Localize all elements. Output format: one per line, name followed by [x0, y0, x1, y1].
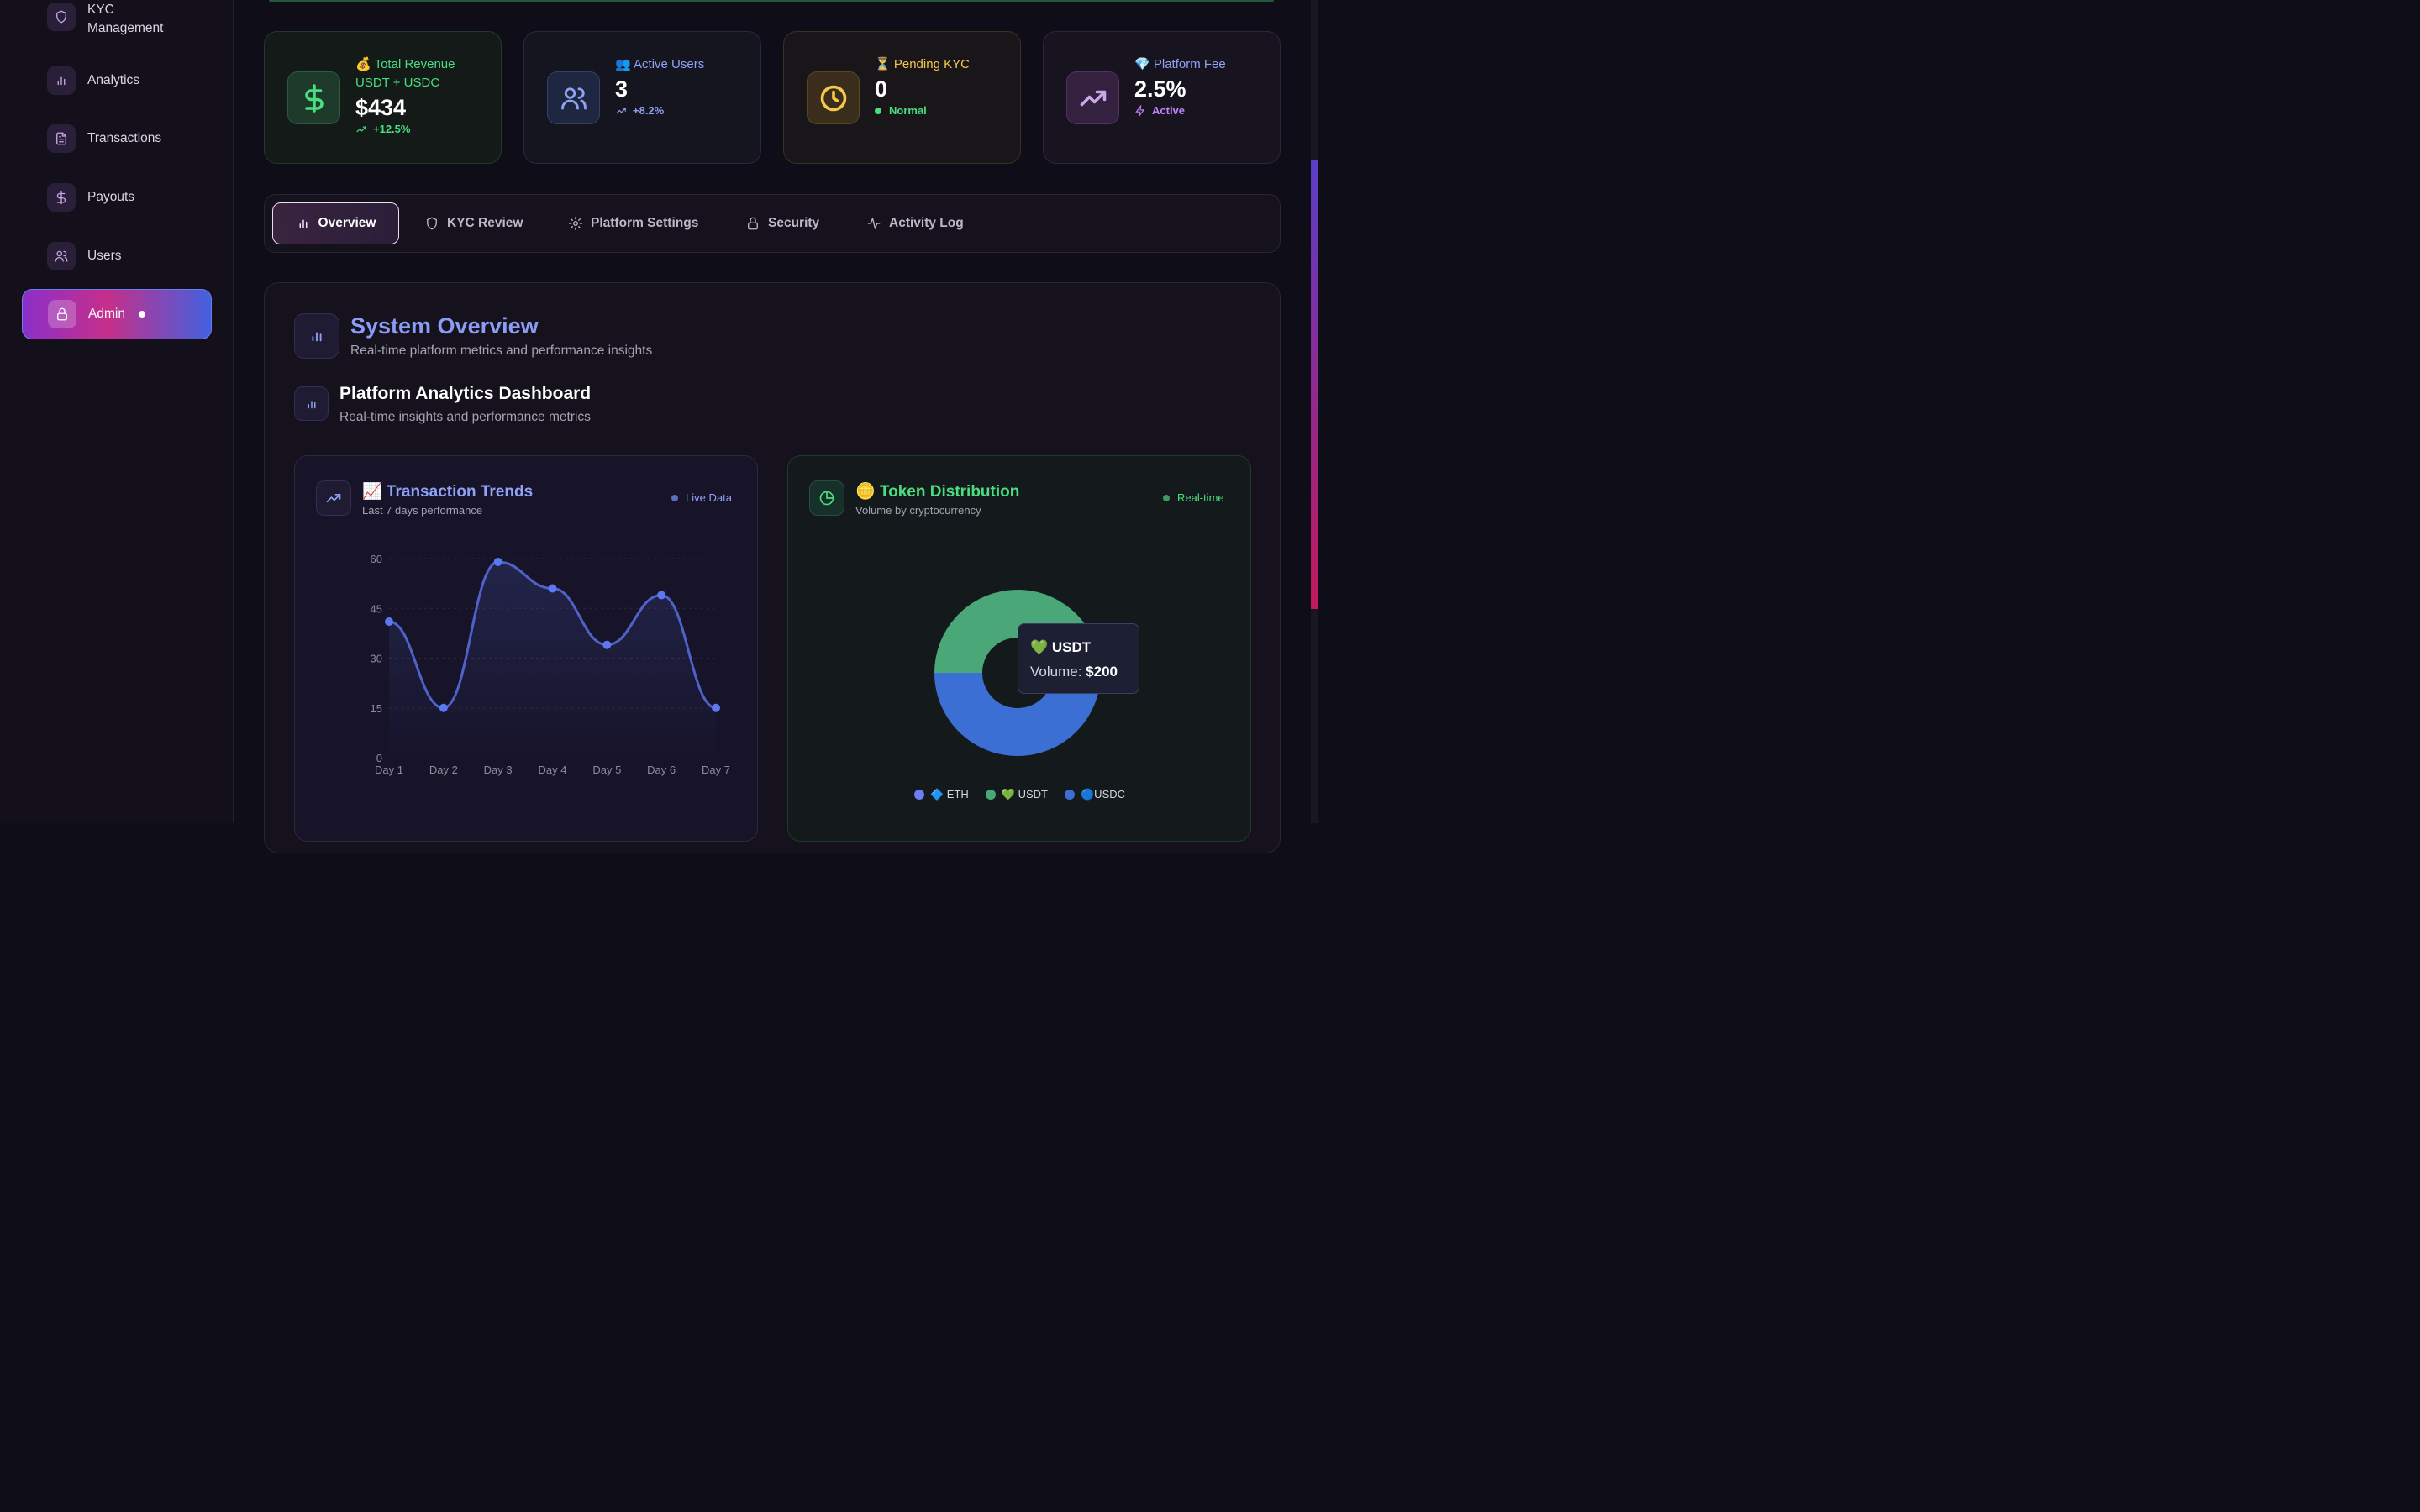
status-dot [1163, 494, 1170, 501]
tooltip-value: $200 [1086, 664, 1118, 680]
data-point[interactable] [439, 703, 448, 712]
legend-item-usdc[interactable]: 🔵USDC [1065, 788, 1125, 801]
chart-title: 🪙 Token Distribution [855, 483, 1020, 501]
data-point[interactable] [712, 703, 720, 712]
data-point[interactable] [602, 640, 612, 649]
legend-swatch [985, 790, 996, 800]
data-point[interactable] [657, 591, 666, 600]
legend-label: 💚 USDT [1001, 788, 1048, 801]
x-tick-label: Day 5 [592, 764, 621, 776]
legend-swatch [914, 790, 924, 800]
data-point[interactable] [385, 617, 393, 627]
x-tick-label: Day 4 [539, 764, 567, 776]
y-tick-label: 30 [371, 653, 382, 665]
chart-subtitle: Volume by cryptocurrency [855, 504, 981, 517]
x-tick-label: Day 1 [375, 764, 403, 776]
legend-item-eth[interactable]: 🔷 ETH [914, 788, 969, 801]
legend-swatch [1065, 790, 1075, 800]
x-tick-label: Day 7 [702, 764, 730, 776]
chart-tooltip: 💚 USDT Volume: $200 [1018, 623, 1139, 694]
chart-legend: 🔷 ETH 💚 USDT 🔵USDC [914, 788, 1125, 801]
tooltip-label: Volume: [1030, 664, 1086, 680]
realtime-badge: Real-time [1163, 491, 1224, 504]
y-tick-label: 0 [376, 752, 382, 764]
legend-item-usdt[interactable]: 💚 USDT [985, 788, 1048, 801]
legend-label: 🔵USDC [1081, 788, 1126, 801]
x-tick-label: Day 2 [429, 764, 458, 776]
y-tick-label: 60 [371, 553, 382, 565]
scrollbar[interactable] [1311, 0, 1318, 823]
x-tick-label: Day 3 [484, 764, 513, 776]
badge-label: Real-time [1177, 491, 1224, 504]
data-point[interactable] [548, 584, 557, 593]
legend-label: 🔷 ETH [930, 788, 969, 801]
y-tick-label: 45 [371, 602, 382, 615]
data-point[interactable] [493, 557, 502, 566]
tooltip-title: 💚 USDT [1030, 639, 1092, 655]
scrollbar-thumb[interactable] [1311, 160, 1318, 609]
pie-chart-icon [809, 480, 844, 516]
x-tick-label: Day 6 [647, 764, 676, 776]
y-tick-label: 15 [371, 702, 382, 715]
